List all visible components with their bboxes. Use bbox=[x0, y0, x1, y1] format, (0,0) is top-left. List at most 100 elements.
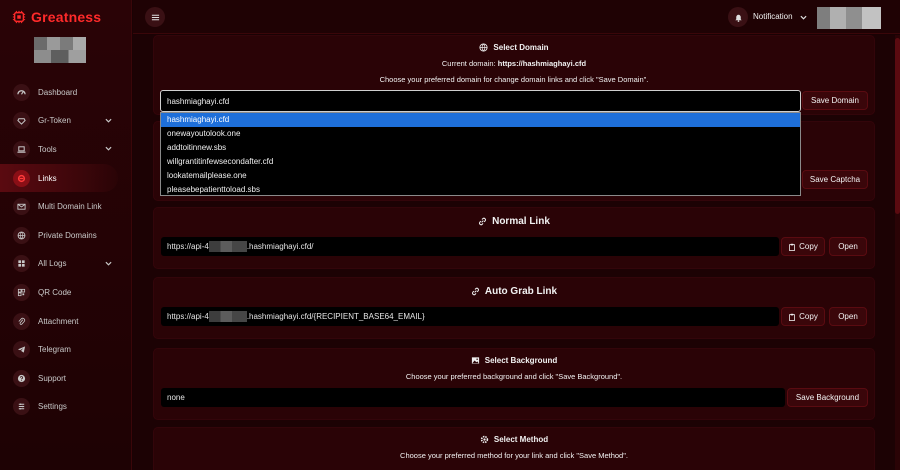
chevron-down-icon bbox=[105, 118, 112, 123]
background-select-value: none bbox=[167, 393, 185, 402]
sidebar-item-support[interactable]: Support bbox=[0, 364, 132, 393]
qrcode-icon bbox=[13, 283, 30, 301]
sidebar-item-label: Attachment bbox=[38, 316, 79, 326]
select-domain-title: Select Domain bbox=[153, 43, 875, 52]
save-domain-button[interactable]: Save Domain bbox=[802, 91, 868, 110]
sidebar-item-tools[interactable]: Tools bbox=[0, 135, 132, 164]
copy-auto-grab-link-button[interactable]: Copy bbox=[781, 307, 825, 326]
sidebar-item-private-domains[interactable]: Private Domains bbox=[0, 221, 132, 250]
background-instruction: Choose your preferred background and cli… bbox=[405, 372, 623, 381]
select-background-title-text: Select Background bbox=[484, 356, 558, 365]
globe-icon bbox=[479, 43, 488, 52]
sidebar-item-label: QR Code bbox=[38, 287, 72, 297]
menu-toggle-button[interactable] bbox=[145, 7, 165, 27]
sidebar-item-label: Multi Domain Link bbox=[38, 202, 102, 212]
select-background-title: Select Background bbox=[153, 356, 875, 365]
select-domain-title-text: Select Domain bbox=[493, 43, 549, 52]
background-select[interactable]: none bbox=[161, 388, 785, 407]
domain-dropdown-list: hashmiaghayi.cfd onewayoutolook.one addt… bbox=[160, 112, 801, 196]
sidebar-item-label: Links bbox=[38, 173, 57, 183]
current-domain-line: Current domain: https://hashmiaghayi.cfd bbox=[153, 59, 875, 68]
hamburger-icon bbox=[151, 14, 159, 20]
user-avatar[interactable] bbox=[817, 7, 881, 29]
brand[interactable]: Greatness bbox=[12, 7, 101, 27]
clipboard-icon bbox=[789, 313, 795, 321]
method-instruction: Choose your preferred method for your li… bbox=[400, 451, 628, 460]
gem-icon bbox=[13, 112, 30, 130]
notification-bell-button[interactable] bbox=[728, 7, 748, 27]
envelope-icon bbox=[13, 198, 30, 216]
sidebar-item-links[interactable]: Links bbox=[0, 163, 118, 193]
sidebar-item-all-logs[interactable]: All Logs bbox=[0, 250, 132, 279]
auto-grab-url-suffix: .hashmiaghayi.cfd/{RECIPIENT_BASE64_EMAI… bbox=[246, 312, 425, 321]
auto-grab-link-title-text: Auto Grab Link bbox=[484, 286, 558, 297]
redacted-segment bbox=[208, 241, 247, 252]
auto-grab-link-card: Auto Grab Link https://api-4 .hashmiaghay… bbox=[153, 277, 875, 339]
sidebar-item-gr-token[interactable]: Gr-Token bbox=[0, 107, 132, 136]
copy-normal-link-button[interactable]: Copy bbox=[781, 237, 825, 256]
domain-option[interactable]: addtoitinnew.sbs bbox=[161, 141, 800, 155]
sidebar-item-settings[interactable]: Settings bbox=[0, 393, 132, 422]
sidebar-item-label: Support bbox=[38, 373, 67, 383]
auto-grab-url-prefix: https://api-4 bbox=[167, 312, 209, 321]
auto-grab-link-field[interactable]: https://api-4 .hashmiaghayi.cfd/{RECIPIEN… bbox=[161, 307, 779, 326]
question-icon bbox=[13, 369, 30, 387]
domain-option[interactable]: willgrantitinfewsecondafter.cfd bbox=[161, 155, 800, 169]
sidebar-item-label: Tools bbox=[38, 144, 57, 154]
copy-label: Copy bbox=[799, 242, 818, 251]
open-auto-grab-link-button[interactable]: Open bbox=[829, 307, 867, 326]
chevron-down-icon bbox=[105, 261, 112, 266]
sidebar-item-label: Dashboard bbox=[38, 87, 78, 97]
sidebar-item-label: All Logs bbox=[38, 259, 67, 269]
select-background-card: Select Background Choose your preferred … bbox=[153, 348, 875, 420]
sidebar-item-multi-domain-link[interactable]: Multi Domain Link bbox=[0, 192, 132, 221]
domain-select-value: hashmiaghayi.cfd bbox=[167, 96, 230, 106]
normal-link-card: Normal Link https://api-4 .hashmiaghayi.c… bbox=[153, 207, 875, 269]
domain-select[interactable]: hashmiaghayi.cfd bbox=[160, 90, 801, 112]
paperclip-icon bbox=[13, 312, 30, 330]
image-icon bbox=[471, 357, 479, 364]
grid-icon bbox=[13, 255, 30, 273]
domain-option[interactable]: hashmiaghayi.cfd bbox=[161, 113, 800, 127]
settings-icon bbox=[13, 398, 30, 416]
current-domain-prefix: Current domain: bbox=[441, 59, 496, 68]
save-background-button[interactable]: Save Background bbox=[787, 388, 868, 407]
open-normal-link-button[interactable]: Open bbox=[829, 237, 867, 256]
normal-link-url-prefix: https://api-4 bbox=[167, 242, 209, 251]
chevron-down-icon bbox=[105, 146, 112, 151]
link-icon bbox=[13, 169, 30, 187]
clipboard-icon bbox=[789, 243, 795, 251]
domain-option[interactable]: lookatemailplease.one bbox=[161, 169, 800, 183]
sidebar-item-qr-code[interactable]: QR Code bbox=[0, 278, 132, 307]
current-domain-value: https://hashmiaghayi.cfd bbox=[497, 59, 587, 68]
redacted-segment bbox=[208, 311, 247, 322]
sidebar: Greatness Dashboard Gr-Token Tools Links… bbox=[0, 0, 132, 470]
domain-instruction: Choose your preferred domain for change … bbox=[379, 75, 649, 84]
auto-grab-link-title: Auto Grab Link bbox=[153, 286, 875, 297]
sidebar-item-label: Settings bbox=[38, 402, 67, 412]
sidebar-nav: Dashboard Gr-Token Tools Links Multi Dom… bbox=[0, 78, 132, 421]
sidebar-item-telegram[interactable]: Telegram bbox=[0, 335, 132, 364]
chip-icon bbox=[12, 10, 26, 24]
normal-link-title: Normal Link bbox=[153, 216, 875, 227]
domain-option[interactable]: onewayoutolook.one bbox=[161, 127, 800, 141]
laptop-icon bbox=[13, 140, 30, 158]
sidebar-item-label: Telegram bbox=[38, 345, 71, 355]
sidebar-item-dashboard[interactable]: Dashboard bbox=[0, 78, 132, 107]
gauge-icon bbox=[13, 83, 30, 101]
brand-name: Greatness bbox=[31, 9, 102, 25]
sidebar-item-attachment[interactable]: Attachment bbox=[0, 307, 132, 336]
domain-option[interactable]: pleasebepatienttoload.sbs bbox=[161, 183, 800, 197]
save-captcha-button[interactable]: Save Captcha bbox=[802, 170, 868, 189]
main-content: Select Domain Current domain: https://ha… bbox=[133, 35, 900, 470]
scrollbar-thumb[interactable] bbox=[895, 38, 900, 214]
notification-dropdown[interactable]: Notification bbox=[753, 12, 793, 21]
normal-link-url-suffix: .hashmiaghayi.cfd/ bbox=[246, 242, 314, 251]
normal-link-title-text: Normal Link bbox=[492, 216, 550, 227]
sidebar-item-label: Gr-Token bbox=[38, 116, 71, 126]
normal-link-field[interactable]: https://api-4 .hashmiaghayi.cfd/ bbox=[161, 237, 779, 256]
link-icon bbox=[479, 217, 487, 226]
globe-icon bbox=[13, 226, 30, 244]
select-method-title-text: Select Method bbox=[493, 435, 549, 444]
chevron-down-icon[interactable] bbox=[800, 14, 807, 21]
